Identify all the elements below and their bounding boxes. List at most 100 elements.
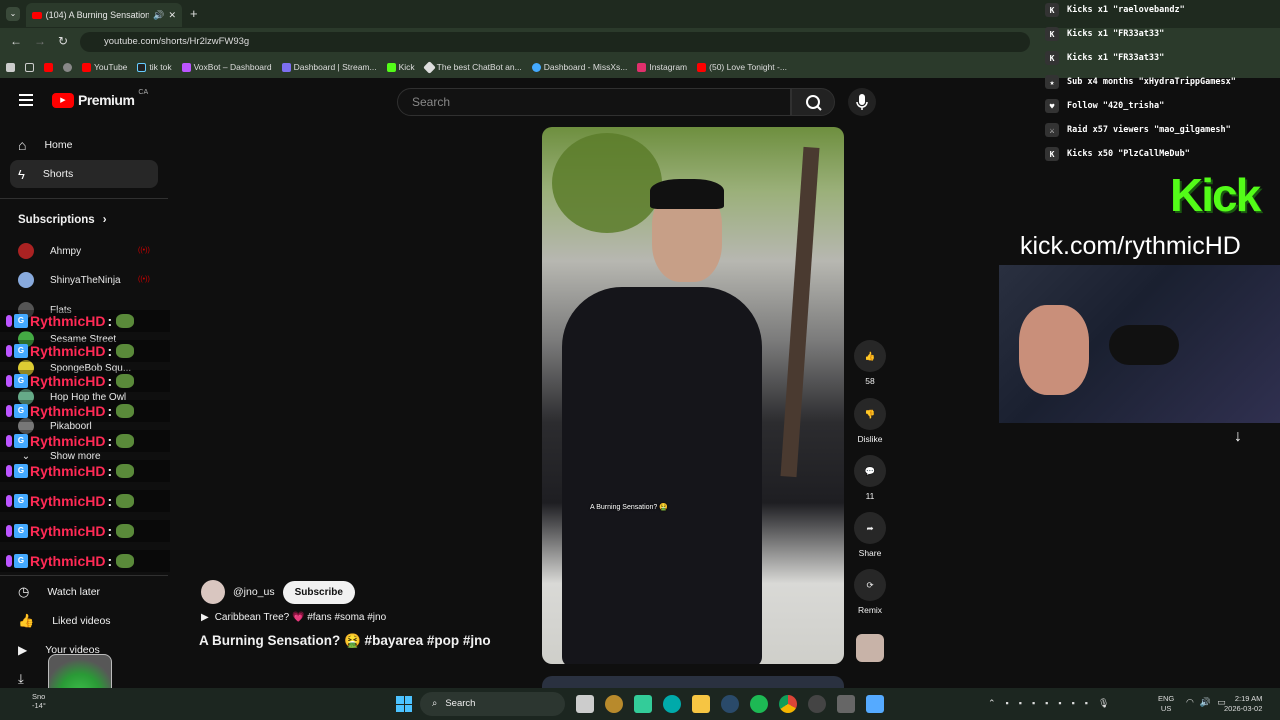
tray-icon[interactable]: ▪ xyxy=(1045,698,1048,709)
chat-separator: : xyxy=(107,493,113,509)
taskbar-search[interactable]: ⌕ Search xyxy=(420,692,565,716)
play-icon: ▶ xyxy=(201,612,209,623)
nav-liked-videos[interactable]: 👍 Liked videos xyxy=(10,607,158,635)
task-view-icon[interactable] xyxy=(576,695,594,713)
tiktok-icon xyxy=(137,62,147,72)
microphone-icon xyxy=(856,94,868,110)
badge-icon: G xyxy=(14,344,28,358)
obs-icon[interactable] xyxy=(808,695,826,713)
search-input[interactable]: Search xyxy=(397,88,791,116)
event-text: Kicks x1 "FR33at33" xyxy=(1067,29,1165,39)
nav-shorts[interactable]: ϟ Shorts xyxy=(10,160,158,188)
sound-thumbnail[interactable] xyxy=(856,634,884,662)
hand-shape xyxy=(1019,305,1089,395)
sound-row[interactable]: ▶ Caribbean Tree? 💗 #fans #soma #jno xyxy=(201,612,386,623)
channel-name[interactable]: @jno_us xyxy=(233,586,275,598)
like-action[interactable]: 👍 58 xyxy=(852,340,888,386)
app-icon[interactable] xyxy=(837,695,855,713)
dislike-button[interactable]: 👎 xyxy=(854,398,886,430)
comments-action[interactable]: 💬 11 xyxy=(852,455,888,501)
event-text: Sub x4 months "xHydraTrippGamesx" xyxy=(1067,77,1236,87)
subscription-name: ShinyaTheNinja xyxy=(50,274,121,286)
subscriptions-header[interactable]: Subscriptions › xyxy=(18,214,107,226)
bookmark-streamlabs[interactable]: Dashboard | Stream... xyxy=(281,62,377,72)
nav-watch-later[interactable]: ◷ Watch later xyxy=(10,578,158,606)
subscription-item[interactable]: ShinyaTheNinja xyxy=(18,270,121,290)
mic-badge-icon xyxy=(6,555,12,567)
language-indicator[interactable]: ENG US xyxy=(1158,694,1174,714)
tab-close-icon[interactable]: ✕ xyxy=(168,10,176,21)
tray-icon[interactable]: ▪ xyxy=(1006,698,1009,709)
new-tab-button[interactable]: + xyxy=(190,6,198,21)
share-button[interactable]: ➦ xyxy=(854,512,886,544)
next-short-preview[interactable] xyxy=(542,676,844,688)
badge-icon: G xyxy=(14,314,28,328)
youtube-logo[interactable]: ▶ Premium CA xyxy=(52,89,148,108)
remix-label: Remix xyxy=(857,605,883,615)
channel-avatar[interactable] xyxy=(201,580,225,604)
subscription-item[interactable]: Ahmpy xyxy=(18,241,81,261)
scroll-down-icon[interactable]: ↓ xyxy=(1234,428,1242,446)
bookmark-instagram[interactable]: Instagram xyxy=(637,62,687,72)
network-volume-battery[interactable]: ◠ 🔊 ▭ xyxy=(1186,697,1226,708)
tray-icon[interactable]: ▪ xyxy=(1019,698,1022,709)
app-icon[interactable] xyxy=(634,695,652,713)
spotify-icon[interactable] xyxy=(750,695,768,713)
audio-icon[interactable]: 🔊 xyxy=(153,10,164,21)
youtube-bookmark-icon[interactable] xyxy=(44,62,53,72)
chatbot-icon xyxy=(422,60,436,74)
subscribe-button[interactable]: Subscribe xyxy=(282,580,355,604)
kick-logo: Kick xyxy=(1170,169,1261,221)
start-button[interactable] xyxy=(396,696,412,712)
weather-widget[interactable]: Sno -14° xyxy=(14,692,46,710)
stream-event: ★ Sub x4 months "xHydraTrippGamesx" xyxy=(1045,72,1275,92)
shield-app-icon[interactable] xyxy=(866,695,884,713)
wow-app-icon[interactable] xyxy=(605,695,623,713)
voxbot-icon xyxy=(181,62,191,72)
tab-menu-button[interactable]: ⌄ xyxy=(6,7,20,21)
bookmark-love-tonight[interactable]: (50) Love Tonight -... xyxy=(697,62,787,72)
file-explorer-icon[interactable] xyxy=(692,695,710,713)
edge-icon[interactable] xyxy=(663,695,681,713)
search-button[interactable] xyxy=(791,88,835,116)
comments-button[interactable]: 💬 xyxy=(854,455,886,487)
nav-home[interactable]: ⌂ Home xyxy=(10,131,158,159)
microphone-icon[interactable]: 🎙 xyxy=(1098,698,1109,709)
tray-icon[interactable]: ▪ xyxy=(1032,698,1035,709)
chat-message: G RythmicHD: xyxy=(0,400,170,422)
short-video-player[interactable]: A Burning Sensation? 🤮 xyxy=(542,127,844,664)
tab-title: (104) A Burning Sensation? xyxy=(45,10,150,20)
browser-tab[interactable]: (104) A Burning Sensation? 🔊 ✕ xyxy=(26,3,182,27)
steam-icon[interactable] xyxy=(721,695,739,713)
apps-grid-icon[interactable] xyxy=(25,62,34,72)
tray-icon[interactable]: ▪ xyxy=(1058,698,1061,709)
remix-button[interactable]: ⟳ xyxy=(854,569,886,601)
tray-icon[interactable]: ▪ xyxy=(1085,698,1088,709)
chrome-icon[interactable] xyxy=(779,695,797,713)
kick-icon: K xyxy=(1045,51,1059,65)
like-icon: 👍 xyxy=(18,613,35,628)
bookmark-folder-icon[interactable] xyxy=(6,62,15,72)
stream-event: ♥ Follow "420_trisha" xyxy=(1045,96,1275,116)
bookmark-tiktok[interactable]: tik tok xyxy=(137,62,172,72)
chevron-up-icon[interactable]: ⌃ xyxy=(988,698,996,709)
bookmark-youtube[interactable]: YouTube xyxy=(82,62,127,72)
reload-icon[interactable]: ↻ xyxy=(58,34,68,48)
bookmark-chatbot[interactable]: The best ChatBot an... xyxy=(422,60,522,74)
chrome-bookmark-icon[interactable] xyxy=(63,62,72,72)
like-button[interactable]: 👍 xyxy=(854,340,886,372)
voice-search-button[interactable] xyxy=(848,88,876,116)
bookmark-missxs[interactable]: Dashboard - MissXs... xyxy=(531,62,627,72)
chat-message: G RythmicHD: xyxy=(0,340,170,362)
back-icon[interactable]: ← xyxy=(10,34,22,48)
menu-icon[interactable] xyxy=(19,94,33,106)
tray-icon[interactable]: ▪ xyxy=(1072,698,1075,709)
dislike-action[interactable]: 👎 Dislike xyxy=(852,398,888,444)
clock[interactable]: 2:19 AM 2026-03-02 xyxy=(1224,694,1262,714)
share-action[interactable]: ➦ Share xyxy=(852,512,888,558)
remix-action[interactable]: ⟳ Remix xyxy=(852,569,888,615)
url-field[interactable]: youtube.com/shorts/Hr2lzwFW93g xyxy=(80,32,1030,52)
bookmark-kick[interactable]: Kick xyxy=(386,62,415,72)
forward-icon[interactable]: → xyxy=(34,34,46,48)
bookmark-voxbot[interactable]: VoxBot – Dashboard xyxy=(181,62,272,72)
